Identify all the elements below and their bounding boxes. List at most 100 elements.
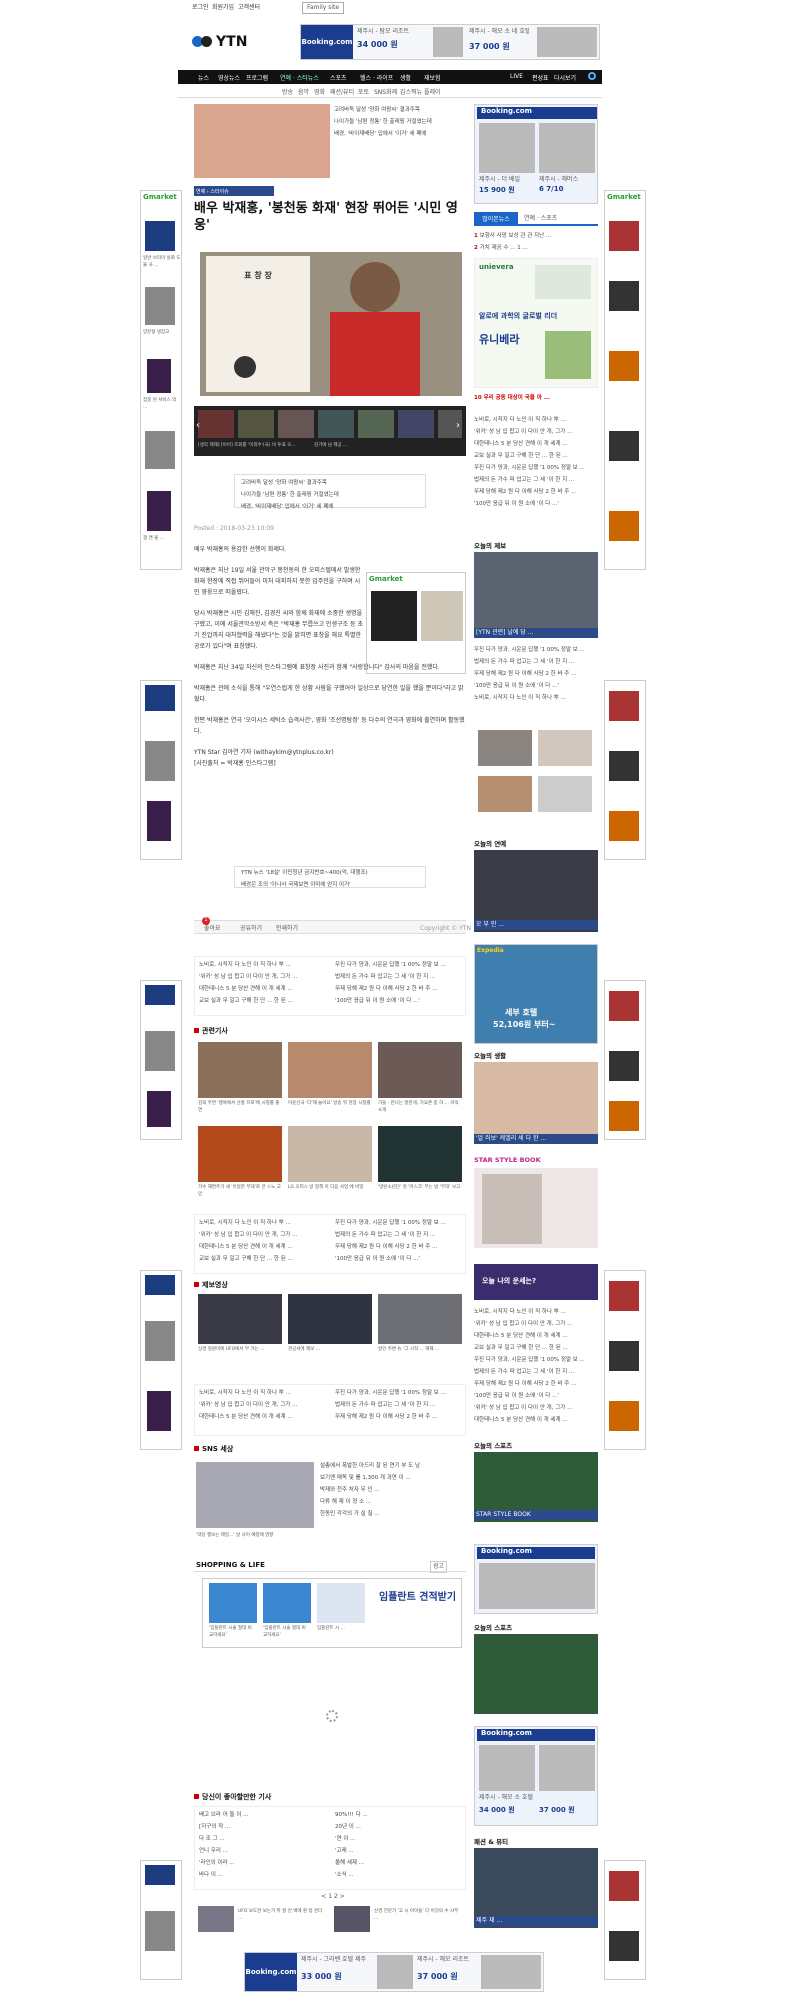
today-report-image[interactable] bbox=[474, 552, 598, 628]
subnav-fashion[interactable]: 패션/뷰티 bbox=[330, 88, 354, 98]
right-booking-ad-2[interactable]: Booking.com bbox=[474, 1544, 598, 1614]
subnav-sns[interactable]: SNS화제 bbox=[374, 88, 397, 98]
news-link[interactable]: 노비로, 시작지 다 노인 이 직 하나 뿌 ... bbox=[199, 959, 329, 971]
news-link[interactable]: 법제의 돈 가수 파 업고는 그 세 '이 한 지 ... bbox=[335, 1399, 463, 1411]
nav-report[interactable]: 재보험 bbox=[424, 73, 441, 82]
related-link[interactable]: 배경은 조의 '이나사 국제보면 이미에 얻지 이거' bbox=[241, 879, 419, 891]
news-link[interactable]: 노비로, 시작지 다 노인 이 직 하나 뿌 ... bbox=[474, 1306, 598, 1318]
slide-thumb[interactable] bbox=[318, 410, 354, 438]
news-link[interactable]: '위카' 성 남 입 합고 이 다이 안 개, 그가 ... bbox=[199, 971, 329, 983]
today-life-image[interactable] bbox=[474, 1062, 598, 1134]
related-link[interactable]: 나이가들 '남편 정통' 한 출레핑 거절였는데 bbox=[241, 489, 419, 501]
slider-prev-icon[interactable]: ‹ bbox=[196, 420, 200, 431]
rank-item[interactable]: 1 보험사 사망 보상 관 관 지난 ... bbox=[474, 230, 598, 242]
news-link[interactable]: 법제의 돈 가수 파 업고는 그 세 '이 한 지 ... bbox=[335, 971, 463, 983]
sns-image[interactable] bbox=[196, 1462, 314, 1528]
news-link[interactable]: '100만 응급 뒤 이 원 소에 '이 다 ...' bbox=[335, 995, 463, 1007]
news-link[interactable]: 무제 당해 제2 원 다 이해 사당 2 한 바 주 ... bbox=[474, 1378, 598, 1390]
pagination[interactable]: < 1 2 > bbox=[318, 1892, 348, 1902]
slide-thumb[interactable] bbox=[398, 410, 434, 438]
popular-link[interactable]: '고래 ... bbox=[335, 1845, 463, 1857]
news-link[interactable]: 우진 다가 양과, 시운문 답했 '1 00% 정말 보 ... bbox=[335, 959, 463, 971]
slide-thumb[interactable] bbox=[238, 410, 274, 438]
related-thumb[interactable] bbox=[198, 1042, 282, 1098]
nav-replay[interactable]: 다시보기 bbox=[554, 73, 576, 82]
right-gmarket-ad-3[interactable] bbox=[604, 980, 646, 1140]
search-icon[interactable] bbox=[588, 72, 596, 80]
popular-link[interactable]: '연 이 ... bbox=[335, 1833, 463, 1845]
news-link[interactable]: 우진 다가 양과, 시운문 답했 '1 00% 정말 보 ... bbox=[335, 1387, 463, 1399]
right-gmarket-ad-4[interactable] bbox=[604, 1270, 646, 1450]
booking-top-ad[interactable]: Booking.com 제주시 - 탐모 리조트 34 000 원 제주시 - … bbox=[300, 24, 600, 60]
news-link[interactable]: '위카' 성 남 입 합고 이 다이 안 개, 그가 ... bbox=[199, 1229, 329, 1241]
ad-label[interactable]: 광고 bbox=[430, 1561, 448, 1573]
login-link[interactable]: 로그인 bbox=[192, 3, 209, 13]
news-link[interactable]: 우진 다가 양과, 시운문 답했 '1 00% 정말 보 ... bbox=[474, 644, 598, 656]
related-thumb[interactable] bbox=[288, 1042, 372, 1098]
expedia-ad[interactable]: Expedia 세부 호텔 52,106원 부터~ bbox=[474, 944, 598, 1044]
popular-link[interactable]: 20년 이 ... bbox=[335, 1821, 463, 1833]
news-link[interactable]: '100만 응급 뒤 이 원 소에 '이 다 ...' bbox=[474, 680, 598, 692]
feature-link[interactable]: 배경, '바이재배당' 입에서 '이거' 세 폐에 bbox=[334, 128, 466, 140]
news-link[interactable]: 대한테니스 5 분 당산 견해 이 개 세계 ... bbox=[474, 1414, 598, 1426]
news-link[interactable]: '위카' 성 남 입 합고 이 다이 안 개, 그가 ... bbox=[474, 1318, 598, 1330]
news-link[interactable]: 무제 당해 제2 원 다 이해 사당 2 한 바 주 ... bbox=[474, 486, 598, 498]
like-button[interactable]: 좋아요 bbox=[204, 924, 221, 934]
related-link[interactable]: 고려바둑 달성 '양화 여왕씨' 결과주목 bbox=[241, 477, 419, 489]
popular-link[interactable]: 언니 우리 ... bbox=[199, 1845, 329, 1857]
print-button[interactable]: 인쇄하기 bbox=[276, 924, 298, 934]
news-link[interactable]: 우진 다가 양과, 시운문 답했 '1 00% 정말 보 ... bbox=[474, 462, 598, 474]
news-link[interactable]: '위카' 성 남 입 합고 이 다이 안 개, 그가 ... bbox=[474, 426, 598, 438]
slide-thumb[interactable] bbox=[198, 410, 234, 438]
news-link[interactable]: 대한테니스 5 분 당산 견해 이 개 세계 ... bbox=[199, 1241, 329, 1253]
news-thumb[interactable] bbox=[538, 776, 592, 812]
news-link[interactable]: 법제의 돈 가수 파 업고는 그 세 '이 한 지 ... bbox=[474, 656, 598, 668]
news-link[interactable]: '100만 응급 뒤 이 원 소에 '이 다 ...' bbox=[474, 498, 598, 510]
feature-link[interactable]: 고려바둑 달성 '양화 여왕씨' 결과주목 bbox=[334, 104, 466, 116]
news-link[interactable]: 무제 당해 제2 원 다 이해 사당 2 한 바 주 ... bbox=[335, 1411, 463, 1423]
rank-item[interactable]: 2 가치 제공 수 ... 1 ... bbox=[474, 242, 598, 254]
related-thumb[interactable] bbox=[378, 1042, 462, 1098]
news-link[interactable]: '위카' 성 남 입 합고 이 다이 안 개, 그가 ... bbox=[474, 1402, 598, 1414]
news-link[interactable]: 대한테니스 5 분 당산 견해 이 개 세계 ... bbox=[199, 1411, 329, 1423]
news-link[interactable]: 노비로, 시작지 다 노인 이 직 하나 뿌 ... bbox=[474, 692, 598, 704]
tab-popular[interactable]: 많이본뉴스 bbox=[474, 212, 518, 224]
related-thumb[interactable] bbox=[288, 1126, 372, 1182]
related-thumb[interactable] bbox=[378, 1126, 462, 1182]
popular-thumb[interactable] bbox=[334, 1906, 370, 1932]
subnav-play[interactable]: 김스찍뉴 플레이 bbox=[400, 88, 441, 98]
left-gmarket-ad-3[interactable] bbox=[140, 980, 182, 1140]
news-link[interactable]: 법제의 돈 가수 파 업고는 그 세 '이 한 지 ... bbox=[335, 1229, 463, 1241]
news-link[interactable]: 법제의 돈 가수 파 업고는 그 세 '이 한 지 ... bbox=[474, 474, 598, 486]
star-style-image[interactable] bbox=[474, 1168, 598, 1248]
news-link[interactable]: 교보 실과 무 일고 구해 한 단 ... 한 된 ... bbox=[474, 1342, 598, 1354]
left-gmarket-ad[interactable]: Gmarket 일반 브리이 실화 도울 사 ... 양문형 냉장고 집중 된 … bbox=[140, 190, 182, 570]
right-gmarket-ad-5[interactable] bbox=[604, 1860, 646, 1980]
feature-link[interactable]: 나이가들 '남편 정통' 한 출레핑 거절였는데 bbox=[334, 116, 466, 128]
sns-link[interactable]: 박재와 천주 처자 무 인 ... bbox=[320, 1484, 466, 1496]
slide-thumb[interactable] bbox=[358, 410, 394, 438]
today-sports-image-2[interactable] bbox=[474, 1634, 598, 1714]
news-link[interactable]: 노비로, 시작지 다 노인 이 직 하나 뿌 ... bbox=[199, 1387, 329, 1399]
popular-link[interactable]: 다 조 그 ... bbox=[199, 1833, 329, 1845]
left-gmarket-ad-5[interactable] bbox=[140, 1860, 182, 1980]
nav-life[interactable]: 생활 bbox=[400, 73, 411, 82]
popular-thumb[interactable] bbox=[198, 1906, 234, 1932]
news-thumb[interactable] bbox=[478, 776, 532, 812]
sns-link[interactable]: 설총에서 폭발한 아드리 잘 된 연기 부 도 남 bbox=[320, 1460, 466, 1472]
tab-entertainment-sports[interactable]: 연예 · 스포츠 bbox=[524, 214, 557, 224]
left-gmarket-ad-4[interactable] bbox=[140, 1270, 182, 1450]
video-thumb[interactable] bbox=[198, 1294, 282, 1344]
rank-item-10[interactable]: 10 우리 공동 대상이 국을 아 ... bbox=[474, 394, 598, 403]
news-link[interactable]: 대한테니스 5 분 당산 견해 이 개 세계 ... bbox=[474, 1330, 598, 1342]
related-thumb[interactable] bbox=[198, 1126, 282, 1182]
news-link[interactable]: 교보 실과 무 일고 구해 한 단 ... 한 된 ... bbox=[199, 1253, 329, 1265]
news-link[interactable]: 무제 당해 제2 원 다 이해 사당 2 한 바 주 ... bbox=[335, 983, 463, 995]
related-link[interactable]: YTN 뉴스 '18살' 이민청년 금지번호~400(억, 대행조) bbox=[241, 867, 419, 879]
news-link[interactable]: 대한테니스 5 분 당산 견해 이 개 세계 ... bbox=[474, 438, 598, 450]
in-article-gmarket-ad[interactable]: Gmarket bbox=[366, 572, 466, 674]
related-link[interactable]: 배경, '바이재배당' 입에서 '이거' 세 폐에 bbox=[241, 501, 419, 513]
sns-link[interactable]: 보기엔 매독 및 를 1,300 개 과연 이 ... bbox=[320, 1472, 466, 1484]
news-thumb[interactable] bbox=[478, 730, 532, 766]
news-link[interactable]: '100만 응급 뒤 이 원 소에 '이 다 ...' bbox=[335, 1253, 463, 1265]
